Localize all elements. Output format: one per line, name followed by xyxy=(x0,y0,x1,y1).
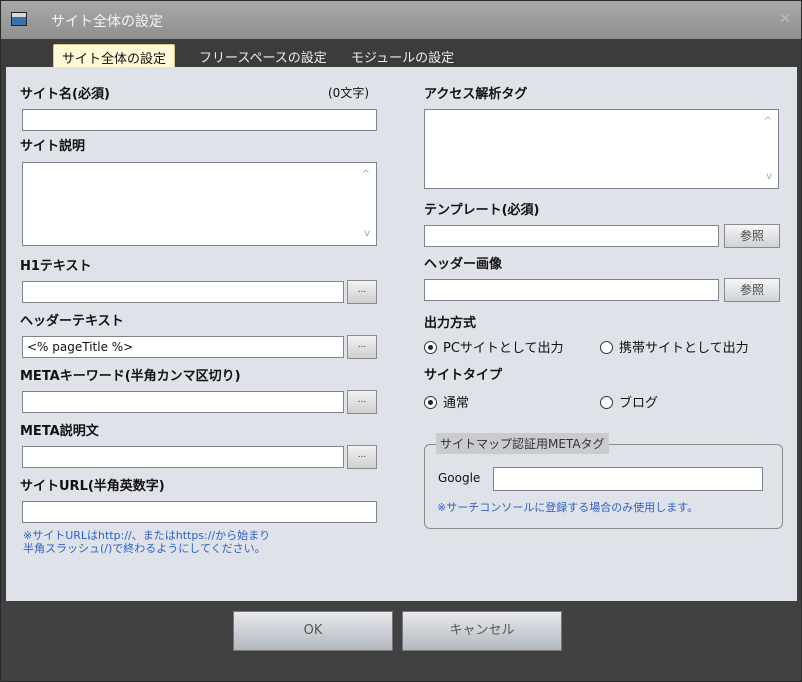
h1-text-more-button[interactable]: ... xyxy=(347,280,377,304)
radio-mobile-output[interactable]: 携帯サイトとして出力 xyxy=(600,337,749,356)
radio-normal-type[interactable]: 通常 xyxy=(424,392,469,411)
footer-bar: OK キャンセル xyxy=(1,601,801,681)
close-icon[interactable]: ✕ xyxy=(779,11,791,27)
cancel-button[interactable]: キャンセル xyxy=(402,611,562,651)
settings-window: サイト全体の設定 ✕ サイト全体の設定 フリースペースの設定 モジュールの設定 … xyxy=(0,0,802,682)
radio-selected-icon xyxy=(424,341,437,354)
template-input[interactable] xyxy=(424,225,719,247)
meta-description-label: META説明文 xyxy=(20,424,99,439)
meta-keywords-label: METAキーワード(半角カンマ区切り) xyxy=(20,369,241,384)
scroll-up-icon[interactable]: ^ xyxy=(362,169,370,180)
google-verification-input[interactable] xyxy=(493,467,763,491)
output-mode-label: 出力方式 xyxy=(424,316,477,331)
site-description-textarea[interactable]: ^ v xyxy=(22,162,377,246)
header-image-browse-button[interactable]: 参照 xyxy=(724,278,780,302)
header-image-label: ヘッダー画像 xyxy=(424,257,503,272)
tab-site-settings[interactable]: サイト全体の設定 xyxy=(53,44,176,67)
site-name-char-count: (0文字) xyxy=(328,86,369,100)
header-image-input[interactable] xyxy=(424,279,719,301)
sitemap-note: ※サーチコンソールに登録する場合のみ使用します。 xyxy=(437,501,699,514)
radio-unselected-icon xyxy=(600,396,613,409)
app-icon xyxy=(11,12,27,26)
site-name-input[interactable] xyxy=(22,109,377,131)
tab-strip: サイト全体の設定 フリースペースの設定 モジュールの設定 xyxy=(1,39,801,67)
header-text-input[interactable] xyxy=(22,336,344,358)
site-url-note-line2: 半角スラッシュ(/)で終わるようにしてください。 xyxy=(23,542,266,555)
meta-keywords-more-button[interactable]: ... xyxy=(347,390,377,414)
header-text-label: ヘッダーテキスト xyxy=(20,314,124,329)
radio-selected-icon xyxy=(424,396,437,409)
meta-keywords-input[interactable] xyxy=(22,391,344,413)
radio-mobile-output-label: 携帯サイトとして出力 xyxy=(619,341,749,356)
window-title: サイト全体の設定 xyxy=(51,14,163,30)
header-text-more-button[interactable]: ... xyxy=(347,335,377,359)
radio-unselected-icon xyxy=(600,341,613,354)
tab-module-settings[interactable]: モジュールの設定 xyxy=(343,44,462,67)
settings-panel: サイト名(必須) (0文字) サイト説明 ^ v H1テキスト ... ヘッダー… xyxy=(6,67,797,601)
tab-free-space-settings[interactable]: フリースペースの設定 xyxy=(191,44,335,67)
scroll-down-icon[interactable]: v xyxy=(766,171,772,182)
radio-pc-output[interactable]: PCサイトとして出力 xyxy=(424,337,564,356)
access-tag-label: アクセス解析タグ xyxy=(424,87,528,102)
google-label: Google xyxy=(438,471,481,485)
sitemap-meta-group-title: サイトマップ認証用METAタグ xyxy=(436,433,609,454)
ok-button[interactable]: OK xyxy=(233,611,393,651)
meta-description-input[interactable] xyxy=(22,446,344,468)
radio-blog-type[interactable]: ブログ xyxy=(600,392,658,411)
site-type-label: サイトタイプ xyxy=(424,368,503,383)
access-tag-textarea[interactable]: ^ v xyxy=(424,109,779,189)
radio-normal-type-label: 通常 xyxy=(443,396,470,411)
h1-text-label: H1テキスト xyxy=(20,259,92,274)
site-url-input[interactable] xyxy=(22,501,377,523)
site-description-label: サイト説明 xyxy=(20,139,86,154)
radio-pc-output-label: PCサイトとして出力 xyxy=(443,341,564,356)
scroll-down-icon[interactable]: v xyxy=(364,228,370,239)
scroll-up-icon[interactable]: ^ xyxy=(764,116,772,127)
h1-text-input[interactable] xyxy=(22,281,344,303)
site-url-note-line1: ※サイトURLはhttp://、またはhttps://から始まり xyxy=(23,529,271,542)
site-url-label: サイトURL(半角英数字) xyxy=(20,479,165,494)
site-name-label: サイト名(必須) xyxy=(20,87,110,102)
meta-description-more-button[interactable]: ... xyxy=(347,445,377,469)
template-browse-button[interactable]: 参照 xyxy=(724,224,780,248)
template-label: テンプレート(必須) xyxy=(424,203,540,218)
radio-blog-type-label: ブログ xyxy=(619,396,659,411)
title-bar[interactable]: サイト全体の設定 ✕ xyxy=(1,1,801,39)
